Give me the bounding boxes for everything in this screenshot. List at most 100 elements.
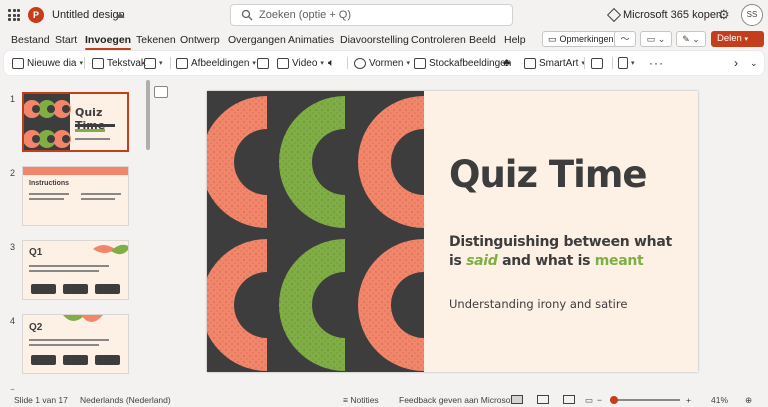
subtitle-line-1: Distinguishing between what [449, 234, 672, 250]
shapes-icon [354, 57, 366, 69]
smartart-button[interactable]: SmartArt▾ [524, 56, 585, 70]
share-button[interactable]: Delen ▾ [711, 31, 764, 47]
textbox-button[interactable]: Tekstvak [92, 56, 146, 70]
thumbnail-slide-4[interactable]: Q2 [22, 314, 129, 374]
tab-overgangen[interactable]: Overgangen [228, 34, 286, 46]
zoom-level[interactable]: 41% [711, 395, 728, 405]
thumbnail-slide-1[interactable]: Quiz Time [22, 92, 129, 152]
ribbon-toolbar: Nieuwe dia ▾ Tekstvak ▾ Afbeeldingen ▾ Vid… [4, 51, 764, 75]
chevron-down-icon: ▾ [631, 60, 635, 67]
editing-mode-button[interactable]: ✎ ⌄ [676, 31, 706, 47]
chevron-right-icon: › [734, 56, 738, 70]
reading-view-icon[interactable] [563, 395, 575, 404]
comment-icon: ▭ [548, 34, 557, 44]
thumbnail-number: 4 [10, 316, 16, 326]
tab-ontwerp[interactable]: Ontwerp [180, 34, 220, 46]
header-footer-button[interactable]: ▾ [618, 56, 635, 70]
thumbnail-number: 5 [10, 388, 15, 390]
thumbnail-text-line [29, 198, 64, 200]
zoom-in-icon[interactable]: + [686, 395, 691, 405]
icons-gallery-icon: ♣ [503, 57, 511, 69]
catch-up-button[interactable]: 〜 [614, 31, 636, 47]
thumbnail-number: 3 [10, 242, 16, 252]
tab-start[interactable]: Start [55, 34, 77, 46]
search-input[interactable]: Zoeken (optie + Q) [259, 9, 351, 21]
language-indicator[interactable]: Nederlands (Nederland) [80, 395, 171, 405]
chevron-down-icon: ▾ [252, 60, 256, 67]
icons-button[interactable]: ♣ [503, 56, 510, 70]
search-icon [241, 9, 253, 21]
tab-tekenen[interactable]: Tekenen [136, 34, 176, 46]
zoom-slider[interactable] [610, 399, 680, 401]
comment-insert-button[interactable] [591, 56, 603, 70]
chevron-down-icon: ▾ [406, 60, 410, 67]
image-icon [176, 57, 188, 69]
thumbnail-text-line [81, 198, 115, 200]
chevron-down-icon: ⌄ [750, 57, 758, 68]
slide-thumbnails-pane: 1 Quiz Time 2 Instructions 3 Q1 4 [0, 78, 155, 390]
zoom-slider-thumb[interactable] [610, 396, 618, 404]
thumbnail-slide-3[interactable]: Q1 [22, 240, 129, 300]
divider [84, 57, 85, 69]
present-button[interactable]: ▭ ⌄ [640, 31, 672, 47]
screenshot-button[interactable] [257, 56, 269, 70]
app-launcher-icon[interactable] [8, 9, 20, 21]
shapes-button[interactable]: Vormen ▾ [354, 56, 410, 70]
slide-canvas[interactable]: Quiz Time Distinguishing between what is… [207, 91, 698, 372]
tab-invoegen[interactable]: Invoegen [85, 34, 132, 50]
table-button[interactable]: ▾ [144, 56, 163, 70]
video-icon [277, 57, 289, 69]
tab-animaties[interactable]: Animaties [288, 34, 334, 46]
buy-microsoft365-label: Microsoft 365 kopen [623, 9, 723, 21]
ribbon-scroll-right-button[interactable]: › [734, 56, 738, 70]
buy-microsoft365-button[interactable]: Microsoft 365 kopen [606, 7, 723, 23]
zoom-out-icon[interactable]: − [597, 395, 602, 405]
comment-icon [591, 57, 603, 69]
ribbon-collapse-button[interactable]: ⌄ [750, 56, 758, 70]
thumbnails-toggle-icon[interactable] [154, 86, 168, 98]
new-slide-button[interactable]: Nieuwe dia ▾ [12, 56, 83, 70]
comments-label: Opmerkingen [559, 34, 614, 44]
textbox-icon [92, 57, 104, 69]
thumbnail-banner [23, 167, 128, 175]
present-icon: ▭ ⌄ [646, 34, 666, 44]
tab-help[interactable]: Help [504, 34, 526, 46]
feedback-link[interactable]: Feedback geven aan Microsoft [399, 395, 515, 405]
notes-button[interactable]: ≡ Notities [343, 395, 379, 405]
images-button[interactable]: Afbeeldingen ▾ [176, 56, 256, 70]
cloud-sync-icon[interactable]: ☁ [114, 9, 126, 21]
comments-button[interactable]: ▭ Opmerkingen [542, 31, 620, 47]
avatar[interactable]: SS [741, 4, 763, 26]
thumbnail-slide-2[interactable]: Instructions [22, 166, 129, 226]
audio-button[interactable]: 🔈︎ [328, 56, 335, 70]
subtitle-mid: and what is [502, 253, 591, 269]
tab-bestand[interactable]: Bestand [11, 34, 50, 46]
tab-beeld[interactable]: Beeld [469, 34, 496, 46]
search-box[interactable]: Zoeken (optie + Q) [230, 4, 513, 26]
gear-icon[interactable]: ⚙ [718, 8, 732, 22]
tab-controleren[interactable]: Controleren [411, 34, 466, 46]
thumbnails-scrollbar[interactable] [146, 80, 150, 150]
slide-body-text[interactable]: Understanding irony and satire [449, 297, 627, 311]
slide-title[interactable]: Quiz Time [449, 153, 647, 196]
table-icon [144, 57, 156, 69]
normal-view-icon[interactable] [511, 395, 523, 404]
fit-to-window-icon[interactable]: ⊕ [745, 395, 752, 406]
shapes-label: Vormen [369, 57, 404, 69]
video-button[interactable]: Video ▾ [277, 56, 324, 70]
divider [170, 57, 171, 69]
subtitle-is: is [449, 253, 462, 269]
divider [584, 57, 585, 69]
textbox-label: Tekstvak [107, 57, 146, 69]
tab-diavoorstelling[interactable]: Diavoorstelling [340, 34, 409, 46]
video-label: Video [292, 57, 318, 69]
more-button[interactable]: ··· [649, 56, 664, 70]
slide-sorter-icon[interactable] [537, 395, 549, 404]
stock-images-button[interactable]: Stockafbeeldingen [414, 56, 511, 70]
notes-label: Notities [350, 395, 379, 405]
presenter-icon[interactable]: ▭ [585, 395, 593, 406]
document-icon [618, 57, 628, 69]
slide-subtitle[interactable]: Distinguishing between what is said and … [449, 233, 672, 271]
divider [612, 57, 613, 69]
smartart-label: SmartArt [539, 57, 579, 69]
